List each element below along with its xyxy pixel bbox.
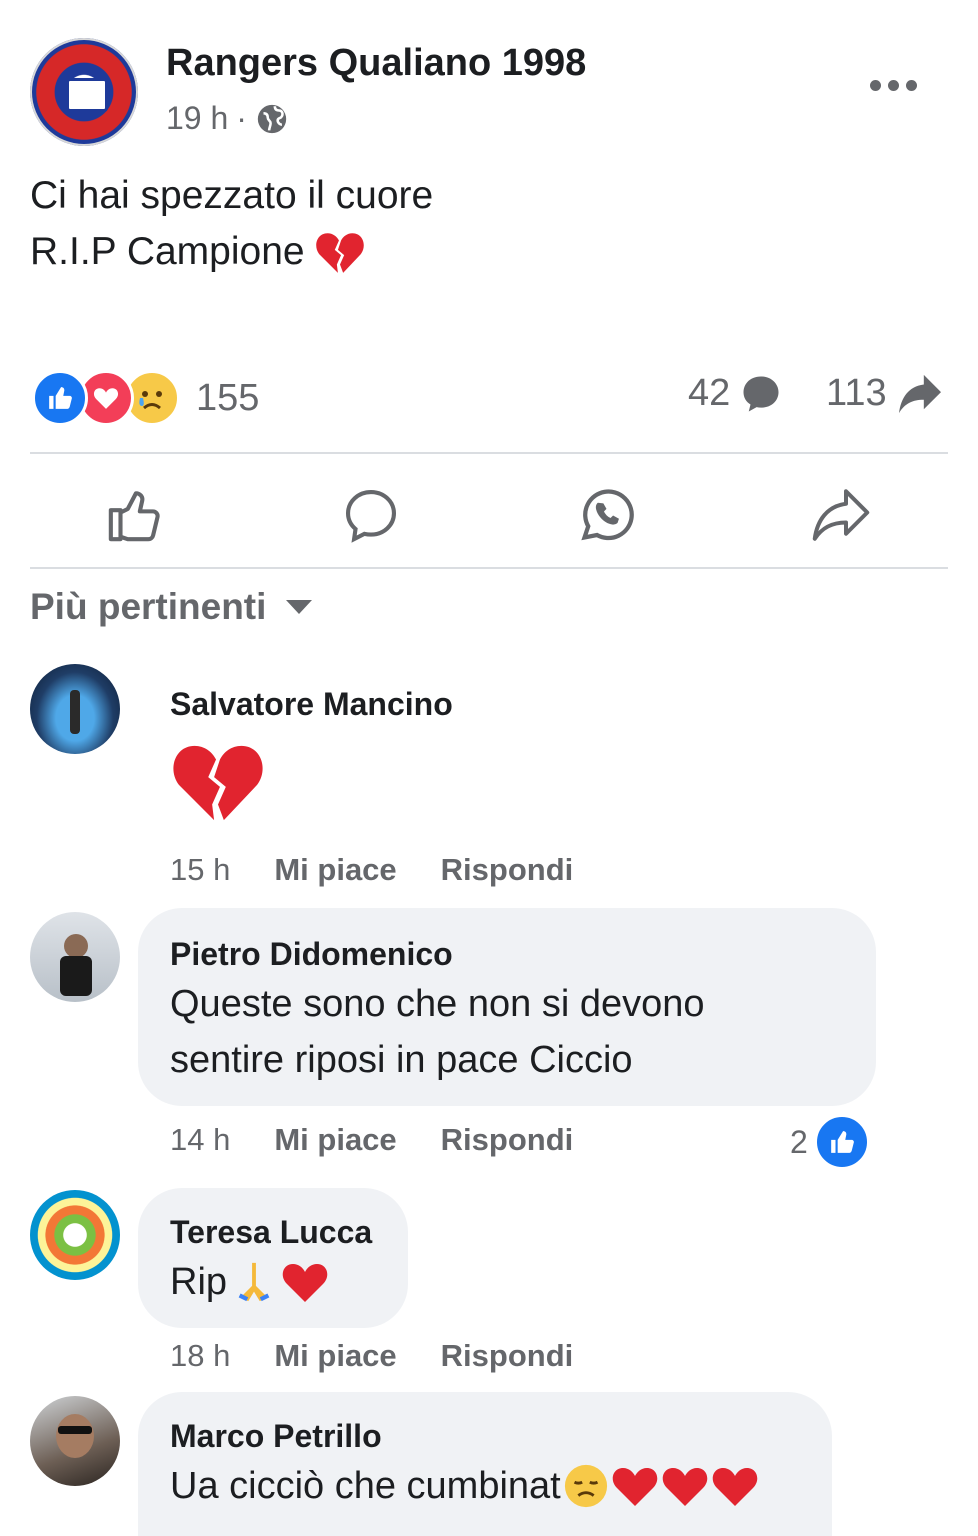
post-text: Ci hai spezzato il cuore R.I.P Campione (30, 168, 433, 280)
like-reaction-icon (32, 370, 88, 426)
comment-like-button[interactable]: Mi piace (274, 1122, 396, 1158)
post-text-line1: Ci hai spezzato il cuore (30, 174, 434, 217)
comment-reply-button[interactable]: Rispondi (441, 1338, 574, 1374)
comment-text-content: Rip (170, 1261, 228, 1303)
comment-icon (345, 489, 397, 543)
page-name[interactable]: Rangers Qualiano 1998 (166, 42, 586, 85)
broken-heart-icon (315, 233, 364, 273)
comment-avatar[interactable] (30, 1190, 120, 1280)
comment-text: Rip (170, 1254, 329, 1310)
comment-text-line2: sentire riposi in pace Ciccio (170, 1039, 633, 1081)
comment-time[interactable]: 15 h (170, 852, 230, 888)
divider-top (30, 452, 948, 454)
red-heart-icon (282, 1264, 328, 1302)
sort-label: Più pertinenti (30, 586, 267, 627)
red-heart-icon (712, 1468, 757, 1506)
comment-sort-dropdown[interactable]: Più pertinenti (30, 586, 314, 628)
reaction-count: 155 (196, 376, 260, 419)
comment-author[interactable]: Teresa Lucca (170, 1214, 372, 1251)
comment-author[interactable]: Salvatore Mancino (170, 686, 453, 723)
share-count-value: 113 (826, 372, 887, 414)
share-icon (812, 489, 870, 541)
like-icon (108, 491, 160, 542)
comment-like-button[interactable]: Mi piace (274, 1338, 396, 1374)
comment-bubble-icon (743, 376, 779, 411)
post-text-line2: R.I.P Campione (30, 230, 305, 273)
comment-avatar[interactable] (30, 664, 120, 754)
comment-reply-button[interactable]: Rispondi (441, 1122, 574, 1158)
whatsapp-button[interactable] (572, 480, 642, 550)
comment-time[interactable]: 18 h (170, 1338, 230, 1374)
comment-like-count-value: 2 (790, 1123, 808, 1160)
share-button[interactable] (806, 480, 876, 550)
page-avatar[interactable] (30, 38, 138, 146)
like-button[interactable] (100, 480, 170, 550)
share-count[interactable]: 113 (826, 372, 943, 415)
red-heart-icon (612, 1468, 657, 1506)
comment-avatar[interactable] (30, 1396, 120, 1486)
comment-reply-button[interactable]: Rispondi (441, 852, 574, 888)
comment-meta: 15 h Mi piace Rispondi (170, 852, 573, 888)
caret-down-icon (286, 600, 313, 614)
broken-heart-icon (173, 745, 263, 821)
comment-author[interactable]: Marco Petrillo (170, 1418, 382, 1455)
comment-text-content: Ua cicciò che cumbinat (170, 1465, 561, 1507)
comment-time[interactable]: 14 h (170, 1122, 230, 1158)
comment-author[interactable]: Pietro Didomenico (170, 936, 453, 973)
divider-bottom (30, 567, 948, 569)
more-options-icon[interactable] (870, 68, 930, 102)
comment-avatar[interactable] (30, 912, 120, 1002)
red-heart-icon (662, 1468, 707, 1506)
reactions-summary[interactable]: 155 (32, 370, 259, 426)
disappointed-face-icon (564, 1464, 607, 1508)
meta-separator: · (236, 100, 247, 136)
comment-text: Ua cicciò che cumbinat (170, 1458, 759, 1514)
like-reaction-icon (813, 1114, 870, 1170)
comment-meta: 14 h Mi piace Rispondi (170, 1122, 573, 1158)
comment-text-line1: Queste sono che non si devono (170, 983, 705, 1025)
comment-like-count[interactable]: 2 (790, 1114, 870, 1170)
comment-like-button[interactable]: Mi piace (274, 852, 396, 888)
comment-count[interactable]: 42 (688, 372, 782, 415)
post-time[interactable]: 19 h (166, 100, 228, 137)
share-arrow-icon (898, 374, 941, 413)
post-meta: 19 h · (166, 100, 289, 137)
comment-meta: 18 h Mi piace Rispondi (170, 1338, 573, 1374)
whatsapp-icon (581, 489, 634, 541)
pray-icon (238, 1262, 270, 1302)
comment-button[interactable] (336, 480, 406, 550)
comment-count-value: 42 (688, 372, 731, 414)
comment-text: Queste sono che non si devono sentire ri… (170, 976, 860, 1088)
globe-icon (257, 104, 287, 133)
